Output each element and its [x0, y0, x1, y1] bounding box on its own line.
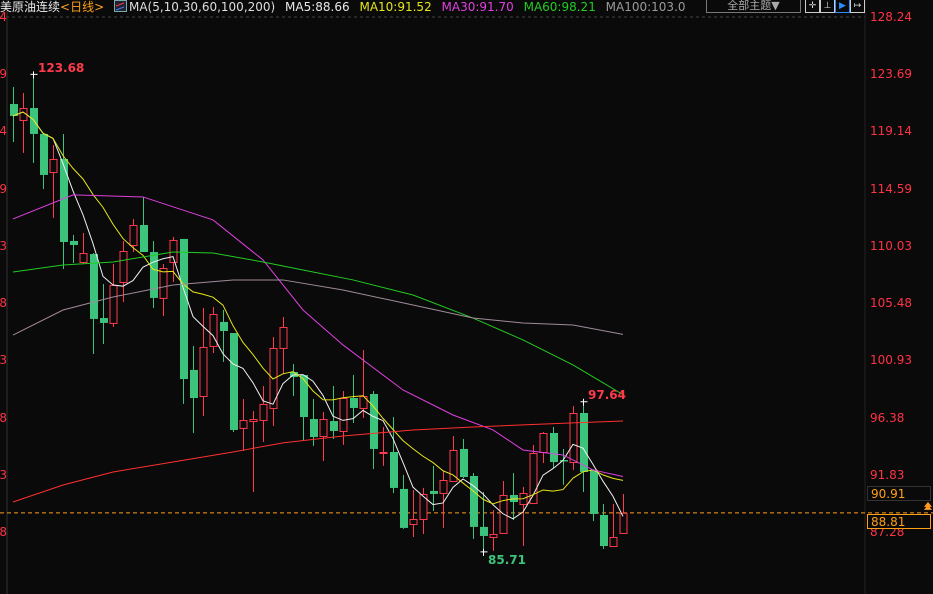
price-tick-label: 100.93: [870, 353, 912, 368]
candle-body-down: [100, 318, 108, 323]
min-price-label: 85.71: [488, 553, 526, 567]
candle-body-up: [129, 224, 138, 246]
candle-body-down: [400, 488, 408, 528]
last-price-box: 88.81: [867, 514, 931, 529]
extreme-marker-icon: [480, 548, 488, 556]
left-tick-label: 105.48: [0, 296, 7, 311]
candle-body-up: [489, 533, 498, 538]
range-select-icon[interactable]: ⊥: [820, 0, 835, 13]
shift-right-icon[interactable]: ↦: [850, 0, 865, 13]
left-tick-label: 96.38: [0, 410, 7, 425]
candle-body-up: [539, 432, 548, 453]
ma5-value: MA5:88.66: [285, 0, 350, 14]
candle-body-up: [239, 420, 248, 429]
candle-body-down: [430, 490, 438, 494]
candle-body-down: [140, 224, 148, 253]
candle-body-up: [159, 267, 168, 299]
candle-body-up: [609, 536, 618, 548]
candle-body-up: [339, 398, 348, 432]
candle-body-up: [49, 158, 58, 174]
left-tick-label: 110.03: [0, 238, 7, 253]
reference-price-box: 90.91: [867, 486, 931, 501]
ma60-value: MA60:98.21: [523, 0, 596, 14]
candle-body-down: [590, 469, 598, 514]
candle-body-up: [569, 412, 578, 464]
candle-body-down: [370, 393, 378, 449]
ma-chart-icon[interactable]: [113, 0, 127, 12]
candle-body-down: [580, 412, 588, 472]
candle-body-down: [220, 321, 228, 331]
candle-body-up: [199, 346, 208, 398]
candle-body-up: [439, 480, 448, 494]
candle-body-down: [230, 333, 238, 430]
ma100-line: [12, 279, 624, 336]
left-tick-label: 119.14: [0, 124, 7, 139]
candle-body-up: [529, 452, 538, 505]
candle-body-down: [60, 158, 68, 242]
play-icon[interactable]: ▶: [835, 0, 850, 13]
candle-body-down: [180, 238, 188, 380]
candlestick-chart[interactable]: [0, 0, 933, 594]
extreme-marker-icon: [580, 398, 588, 406]
candle-body-up: [249, 419, 258, 423]
ma10-value: MA10:91.52: [359, 0, 432, 14]
last-price-arrow-icon: [924, 501, 932, 510]
candle-body-down: [310, 419, 318, 438]
candle-body-up: [319, 419, 328, 437]
crosshair-icon[interactable]: ✛: [805, 0, 820, 13]
candle-body-up: [619, 512, 628, 534]
price-tick-label: 96.38: [870, 410, 905, 425]
candle-body-up: [409, 518, 418, 526]
price-tick-label: 114.59: [870, 181, 912, 196]
candle-body-down: [150, 252, 158, 298]
instrument-title: 美原油连续: [0, 0, 61, 14]
ma-params[interactable]: MA(5,10,30,60,100,200): [129, 0, 275, 14]
candle-body-down: [70, 240, 78, 245]
candle-body-down: [460, 448, 468, 477]
max-price-label: 123.68: [38, 61, 85, 75]
candle-body-up: [119, 251, 128, 283]
candle-body-down: [550, 432, 558, 463]
candle-body-down: [350, 398, 358, 408]
candle-body-down: [330, 421, 338, 431]
candle-body-down: [480, 526, 488, 536]
candle-body-down: [40, 133, 48, 175]
chart-header: 美原油连续<日线> MA(5,10,30,60,100,200) MA5:88.…: [0, 0, 692, 14]
candle-body-up: [259, 403, 268, 422]
candle-body-down: [300, 375, 308, 418]
candle-body-down: [190, 369, 198, 399]
left-tick-label: 87.28: [0, 525, 7, 540]
price-tick-label: 123.69: [870, 67, 912, 82]
local-high-label: 97.64: [588, 388, 626, 402]
left-tick-label: 128.24: [0, 10, 7, 24]
candle-body-up: [109, 284, 118, 324]
left-tick-label: 114.59: [0, 181, 7, 196]
candle-body-up: [79, 253, 88, 263]
price-tick-label: 119.14: [870, 124, 912, 139]
ma100-value: MA100:103.0: [605, 0, 686, 14]
theme-dropdown[interactable]: 全部主题▼: [706, 0, 801, 13]
left-tick-label: 100.93: [0, 353, 7, 368]
price-tick-label: 128.24: [870, 10, 912, 24]
price-tick-label: 105.48: [870, 296, 912, 311]
candle-body-up: [279, 326, 288, 349]
left-tick-label: 123.69: [0, 67, 7, 82]
candle-body-up: [379, 451, 388, 454]
period-label[interactable]: <日线>: [60, 0, 104, 14]
price-tick-label: 110.03: [870, 238, 912, 253]
ma30-value: MA30:91.70: [441, 0, 514, 14]
extreme-marker-icon: [30, 71, 38, 79]
candle-body-down: [600, 514, 608, 547]
candle-body-down: [390, 451, 398, 488]
price-tick-label: 91.83: [870, 467, 905, 482]
left-tick-label: 91.83: [0, 467, 7, 482]
ma10-line: [12, 111, 624, 505]
candle-body-down: [470, 475, 478, 527]
